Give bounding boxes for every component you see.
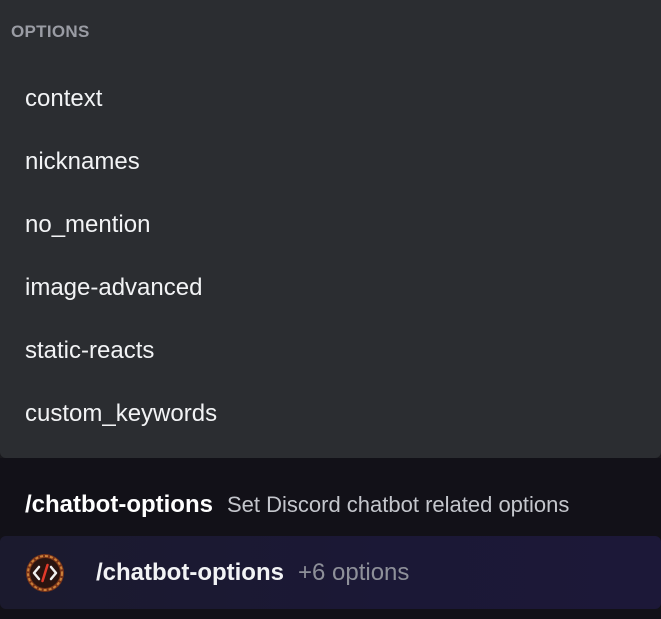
command-suggestion-name: /chatbot-options [25, 491, 213, 518]
option-item-static-reacts[interactable]: static-reacts [0, 319, 661, 382]
app-root: OPTIONS context nicknames no_mention ima… [0, 0, 661, 619]
bot-avatar-icon [25, 553, 65, 593]
command-suggestion-description: Set Discord chatbot related options [226, 492, 570, 517]
command-input-name: /chatbot-options [96, 558, 284, 586]
command-input-options-count[interactable]: +6 options [298, 559, 409, 587]
options-list: context nicknames no_mention image-advan… [0, 67, 661, 445]
option-item-custom-keywords[interactable]: custom_keywords [0, 382, 661, 445]
option-item-nicknames[interactable]: nicknames [0, 130, 661, 193]
option-item-image-advanced[interactable]: image-advanced [0, 256, 661, 319]
options-header: OPTIONS [11, 22, 90, 41]
command-bar: /chatbot-options Set Discord chatbot rel… [0, 458, 661, 619]
option-item-no-mention[interactable]: no_mention [0, 193, 661, 256]
option-item-context[interactable]: context [0, 67, 661, 130]
command-input[interactable]: /chatbot-options +6 options [0, 536, 661, 609]
command-suggestion[interactable]: /chatbot-options Set Discord chatbot rel… [0, 474, 661, 536]
options-popup: OPTIONS context nicknames no_mention ima… [0, 0, 661, 458]
